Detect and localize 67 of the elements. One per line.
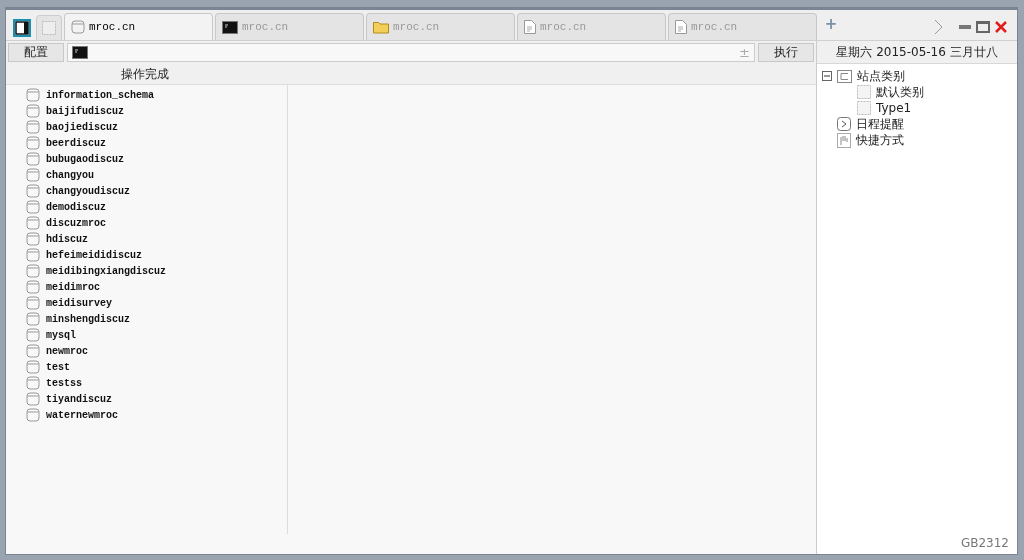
collapse-toggle-icon[interactable]	[822, 71, 832, 81]
database-icon	[26, 200, 40, 214]
panel-toggle-icon[interactable]	[13, 19, 31, 37]
database-icon	[26, 120, 40, 134]
database-icon	[26, 184, 40, 198]
date-text: 星期六 2015-05-16 三月廿八	[836, 43, 998, 61]
database-icon	[26, 360, 40, 374]
database-item[interactable]: hefeimeididiscuz	[46, 249, 142, 261]
database-icon	[26, 344, 40, 358]
database-item[interactable]: test	[46, 361, 70, 373]
database-icon	[26, 216, 40, 230]
tree-item[interactable]: 快捷方式	[856, 131, 904, 149]
database-item[interactable]: meidimroc	[46, 281, 100, 293]
database-item[interactable]: beerdiscuz	[46, 137, 106, 149]
database-icon	[26, 312, 40, 326]
terminal-icon	[72, 46, 88, 59]
database-item[interactable]: bubugaodiscuz	[46, 153, 124, 165]
database-icon	[71, 20, 85, 34]
file-icon	[675, 20, 687, 34]
database-item[interactable]: newmroc	[46, 345, 88, 357]
terminal-icon	[222, 20, 238, 34]
tree-item[interactable]: Type1	[876, 101, 912, 115]
database-icon	[26, 88, 40, 102]
database-icon	[26, 136, 40, 150]
tree-item[interactable]: 默认类别	[876, 83, 924, 101]
database-icon	[26, 328, 40, 342]
database-item[interactable]: changyou	[46, 169, 94, 181]
close-icon[interactable]	[995, 20, 1007, 33]
category-icon	[857, 101, 871, 115]
database-icon	[26, 408, 40, 422]
config-button[interactable]: 配置	[8, 43, 64, 62]
database-item[interactable]: information_schema	[46, 89, 155, 101]
maximize-icon[interactable]	[976, 20, 990, 33]
database-item[interactable]: waternewmroc	[46, 409, 118, 421]
database-icon	[26, 248, 40, 262]
minimize-icon[interactable]	[959, 24, 971, 29]
tree-item[interactable]: 站点类别	[857, 67, 905, 85]
database-icon	[26, 296, 40, 310]
tab[interactable]: mroc.cn	[64, 13, 213, 40]
database-item[interactable]: baojiediscuz	[46, 121, 118, 133]
database-icon	[26, 376, 40, 390]
tree-item[interactable]: 日程提醒	[856, 115, 904, 133]
encoding-label: GB2312	[960, 536, 1010, 552]
chevron-right-icon[interactable]	[934, 18, 943, 35]
clock-icon	[837, 117, 851, 131]
database-item[interactable]: hdiscuz	[46, 233, 88, 245]
database-item[interactable]: minshengdiscuz	[46, 313, 130, 325]
database-item[interactable]: demodiscuz	[46, 201, 106, 213]
database-item[interactable]: discuzmroc	[46, 217, 106, 229]
database-item[interactable]: tiyandiscuz	[46, 393, 112, 405]
database-icon	[26, 232, 40, 246]
execute-button[interactable]: 执行	[758, 43, 814, 62]
database-icon	[26, 264, 40, 278]
database-item[interactable]: meidisurvey	[46, 297, 112, 309]
database-item[interactable]: meidibingxiangdiscuz	[46, 265, 167, 277]
database-icon	[26, 168, 40, 182]
file-icon	[524, 20, 536, 34]
database-icon	[26, 392, 40, 406]
database-icon	[26, 152, 40, 166]
database-item[interactable]: testss	[46, 377, 82, 389]
status-text: 操作完成	[121, 65, 169, 83]
database-item[interactable]: baijifudiscuz	[46, 105, 124, 117]
database-item[interactable]: mysql	[46, 329, 76, 341]
category-icon	[857, 85, 871, 99]
database-icon	[26, 280, 40, 294]
database-icon	[26, 104, 40, 118]
database-item[interactable]: changyoudiscuz	[46, 185, 130, 197]
